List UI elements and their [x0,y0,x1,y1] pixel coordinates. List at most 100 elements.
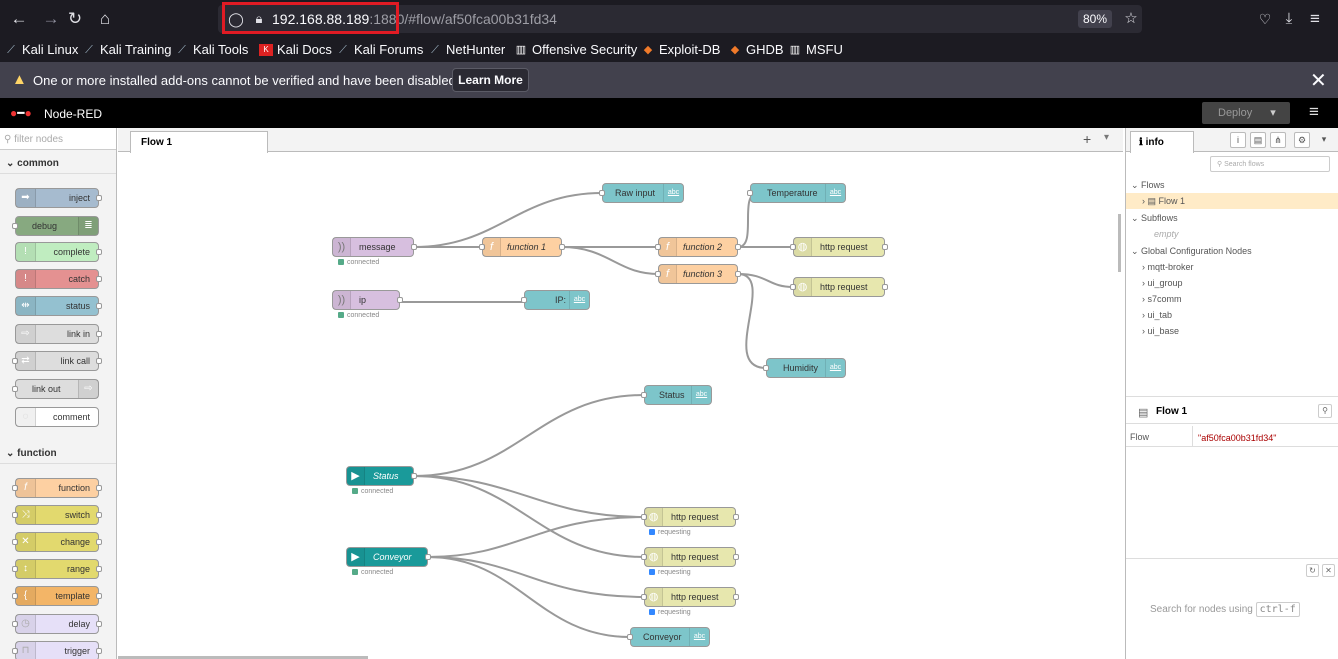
node-label: Conveyor [373,552,412,562]
flow-node-conveyor-output[interactable]: Conveyor abc [627,627,710,647]
palette-node-template[interactable]: {template [12,586,102,606]
flow-node-raw-input[interactable]: Raw input abc [599,183,684,203]
filter-nodes-input[interactable]: ⚲ filter nodes [0,128,116,150]
tab-info[interactable]: ℹ info [1130,131,1194,153]
gear-icon[interactable]: ⚙ [1294,132,1310,148]
close-icon[interactable]: ✕ [1322,564,1335,577]
tree-subflows[interactable]: ⌄ Subflows [1131,213,1178,224]
link-in-icon: ⇨ [16,325,36,343]
tree-config-ui-tab[interactable]: › ui_tab [1142,310,1172,320]
link-out-icon: ⇨ [78,380,98,398]
tree-global-config[interactable]: ⌄ Global Configuration Nodes [1131,246,1252,257]
flow-node-ip[interactable]: )) ip [332,290,403,310]
search-flows-input[interactable]: ⚲ Search flows [1210,156,1330,172]
input-port [747,190,753,196]
bookmark-kali-training[interactable]: ⟋ Kali Training [82,42,171,57]
palette-category-function[interactable]: ⌄ function [0,442,116,464]
tree-config-s7comm[interactable]: › s7comm [1142,294,1182,304]
back-icon[interactable]: ← [8,8,30,30]
input-port [627,634,633,640]
flow-node-http-request-3[interactable]: ◍ http request [641,507,739,527]
tree-label: Flow 1 [1158,196,1186,206]
bookmark-offensive-security[interactable]: ▥ Offensive Security [514,42,637,57]
panel-divider[interactable] [1126,558,1338,559]
flow-node-status-output[interactable]: Status abc [641,385,712,405]
bookmark-kali-tools[interactable]: ⟋ Kali Tools [175,42,248,57]
flow-node-conveyor-input[interactable]: ▶ Conveyor [346,547,431,567]
panel-divider[interactable] [1126,396,1338,397]
palette-node-range[interactable]: ↕ range [12,559,102,579]
palette-node-switch[interactable]: ⤨ switch [12,505,102,525]
reload-icon[interactable]: ↻ [64,8,86,30]
tab-flow-1[interactable]: Flow 1 [130,131,268,153]
palette-node-change[interactable]: ✕ change [12,532,102,552]
learn-more-button[interactable]: Learn More [452,68,529,92]
add-flow-icon[interactable]: + [1083,131,1091,147]
chevron-down-icon[interactable]: ▾ [1104,132,1109,143]
palette-node-complete[interactable]: ! complete [15,242,102,262]
info-icon[interactable]: i [1230,132,1246,148]
flow-workspace[interactable]: Flow 1 + ▾ )) message connected )) ip conn… [118,128,1123,659]
bookmark-ghdb[interactable]: ◆ GHDB [728,42,784,57]
bug-icon[interactable]: ⋔ [1270,132,1286,148]
palette-node-status[interactable]: ⇹ status [15,296,102,316]
forward-icon[interactable]: → [40,8,62,30]
flow-node-message[interactable]: )) message [332,237,417,257]
palette-node-debug[interactable]: debug ≣ [12,216,99,236]
deploy-button[interactable]: Deploy ▾ [1202,102,1290,124]
flow-node-http-request-1[interactable]: ◍ http request [790,237,888,257]
flow-node-function-2[interactable]: f function 2 [655,237,741,257]
tree-config-ui-group[interactable]: › ui_group [1142,278,1183,288]
flow-node-temperature[interactable]: Temperature abc [747,183,846,203]
tree-flows[interactable]: ⌄ Flows [1131,180,1165,191]
flow-node-status-input[interactable]: ▶ Status [346,466,417,486]
caret-down-icon[interactable]: ▾ [1270,107,1276,119]
bookmark-kali-forums[interactable]: ⟋ Kali Forums [336,42,423,57]
flow-node-ip-output[interactable]: IP: abc [521,290,590,310]
palette-node-link-call[interactable]: ⇄ link call [12,351,102,371]
bookmark-exploit-db[interactable]: ◆ Exploit-DB [641,42,721,57]
node-label: complete [53,247,90,257]
nodered-menu-icon[interactable]: ≡ [1309,102,1319,122]
palette-node-delay[interactable]: ◷ delay [12,614,102,634]
bookmark-nethunter[interactable]: ⟋ NetHunter [428,42,505,57]
bookmark-label: NetHunter [446,42,506,57]
output-port [559,244,565,250]
zoom-badge[interactable]: 80% [1078,10,1112,28]
tree-flow-1[interactable]: › ▤ Flow 1 [1142,196,1185,207]
palette-node-catch[interactable]: ! catch [15,269,102,289]
refresh-icon[interactable]: ↻ [1306,564,1319,577]
flow-node-function-3[interactable]: f function 3 [655,264,741,284]
flow-node-http-request-2[interactable]: ◍ http request [790,277,888,297]
chevron-down-icon[interactable]: ▾ [1316,132,1332,148]
node-label: delay [68,619,90,629]
flow-node-http-request-5[interactable]: ◍ http request [641,587,739,607]
palette-category-common[interactable]: ⌄ common [0,152,116,174]
palette-node-comment[interactable]: ◌ comment [15,407,99,427]
flow-node-humidity[interactable]: Humidity abc [763,358,846,378]
wire-layer [399,192,794,638]
tree-config-ui-base[interactable]: › ui_base [1142,326,1179,336]
palette-node-trigger[interactable]: ⊓ trigger [12,641,102,659]
download-icon[interactable]: ⤓ [1278,8,1300,30]
close-icon[interactable]: ✕ [1310,68,1327,93]
vertical-scrollbar[interactable] [1118,214,1121,272]
pocket-icon[interactable]: ♡ [1254,8,1276,30]
hamburger-menu-icon[interactable]: ≡ [1304,8,1326,30]
book-icon[interactable]: ▤ [1250,132,1266,148]
flow-node-http-request-4[interactable]: ◍ http request [641,547,739,567]
bookmark-star-icon[interactable]: ☆ [1120,8,1142,30]
output-port [96,648,102,654]
palette-node-function[interactable]: f function [12,478,102,498]
bookmark-label: Kali Linux [22,42,79,57]
bookmark-kali-linux[interactable]: ⟋ Kali Linux [4,42,78,57]
home-icon[interactable]: ⌂ [94,8,116,30]
search-icon[interactable]: ⚲ [1318,404,1332,418]
palette-node-link-out[interactable]: link out ⇨ [12,379,99,399]
bookmark-kali-docs[interactable]: K Kali Docs [259,42,332,57]
tree-config-mqtt-broker[interactable]: › mqtt-broker [1142,262,1194,272]
palette-node-link-in[interactable]: ⇨ link in [15,324,102,344]
flow-node-function-1[interactable]: f function 1 [479,237,565,257]
palette-node-inject[interactable]: ➡ inject [15,188,102,208]
bookmark-msfu[interactable]: ▥ MSFU [788,42,843,57]
